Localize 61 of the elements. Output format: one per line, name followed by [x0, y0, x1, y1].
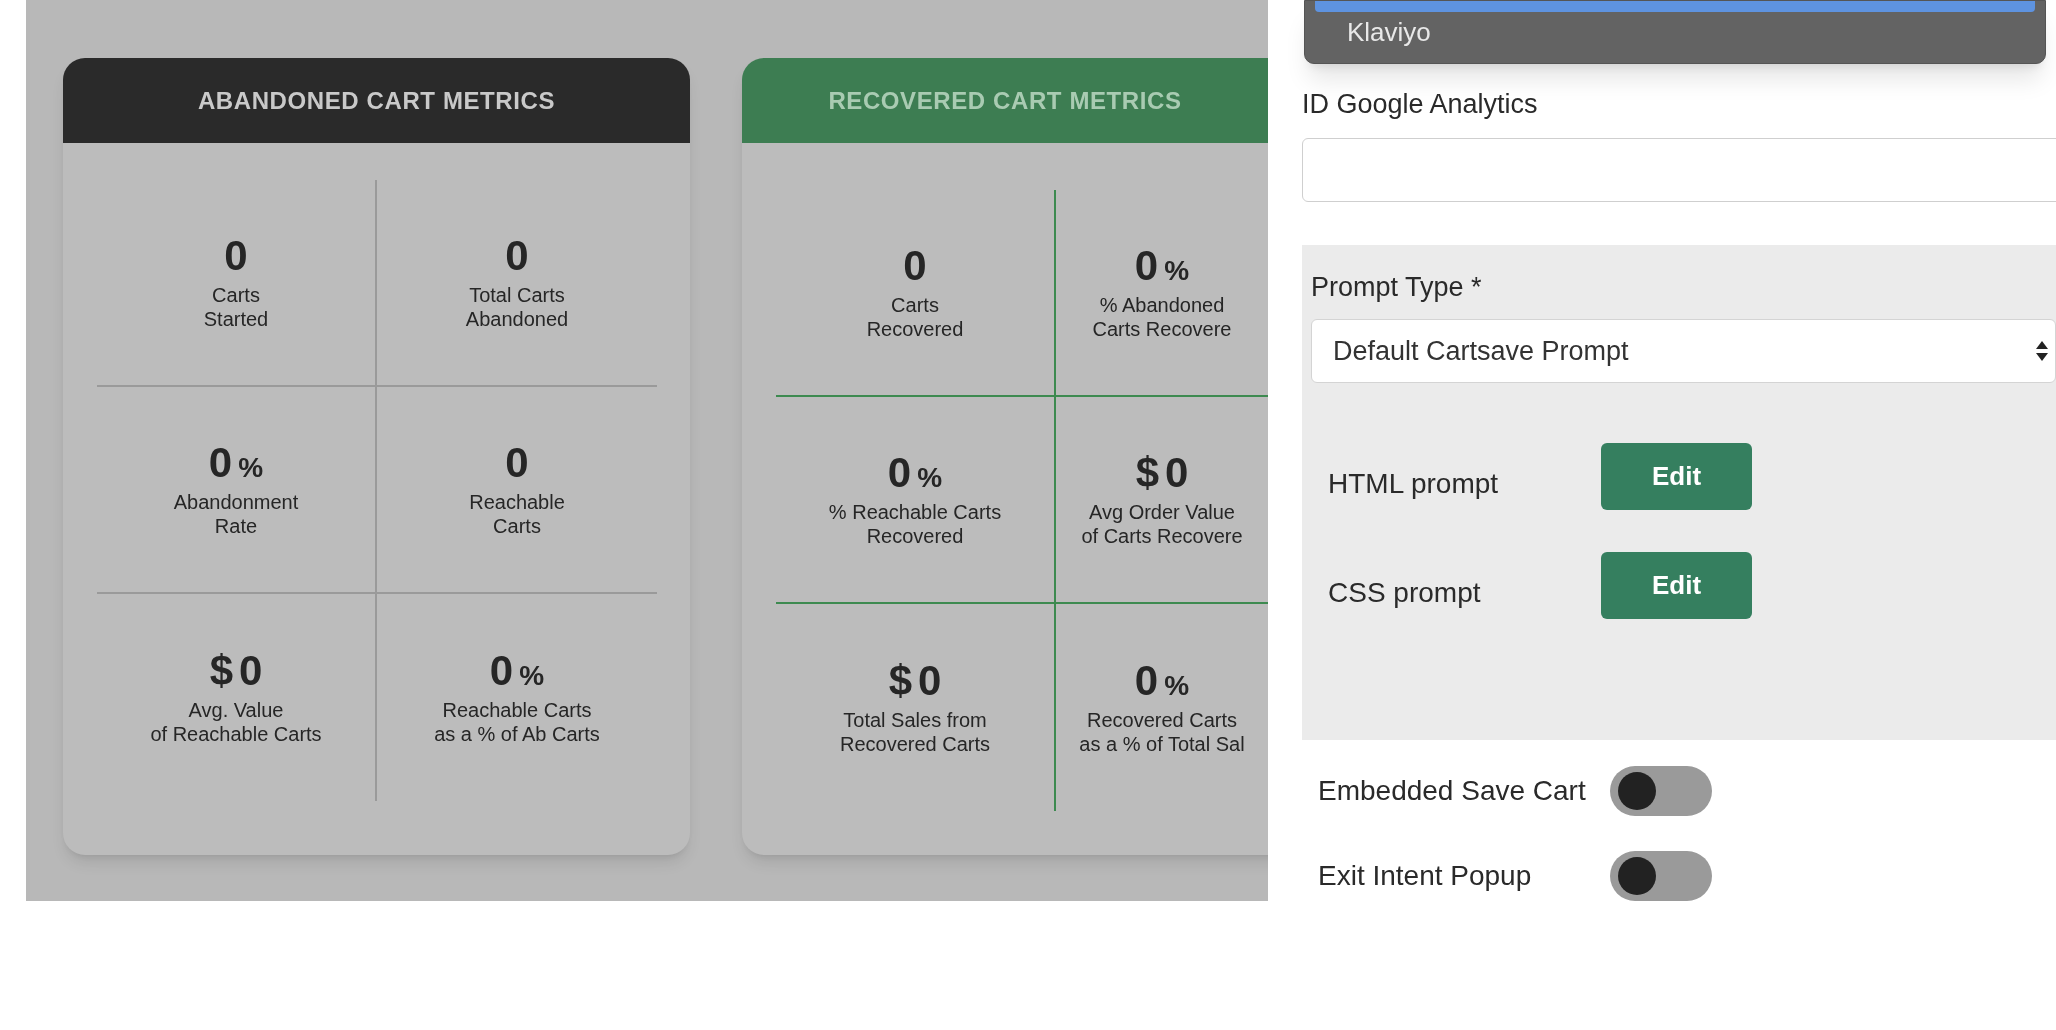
percent-sign: % [1164, 671, 1190, 700]
metric-label: Avg Order Value [1089, 499, 1235, 524]
metric-label: Carts Recovere [1092, 316, 1232, 341]
toggle-label: Exit Intent Popup [1317, 859, 1533, 893]
metric-label: Reachable Carts [442, 697, 592, 722]
toggle-switch[interactable] [1610, 766, 1712, 816]
metric-label: Recovered Carts [1086, 707, 1237, 732]
currency-symbol: $ [209, 649, 233, 692]
prompt-label: CSS prompt [1327, 575, 1482, 610]
metric-label: Carts [212, 282, 260, 307]
edit-button[interactable]: Edit [1601, 443, 1752, 510]
dropdown-option[interactable]: Klaviyo [1305, 12, 2045, 52]
currency-symbol: $ [1135, 451, 1159, 494]
currency-symbol: $ [888, 659, 912, 702]
percent-sign: % [917, 463, 943, 492]
card-title: RECOVERED CART METRICS [742, 58, 1268, 143]
metric-label: Carts [891, 292, 939, 317]
metric-value: 0 [208, 441, 233, 484]
select-value: Default Cartsave Prompt [1333, 334, 1629, 368]
prompt-label: HTML prompt [1327, 466, 1500, 501]
field-label: Prompt Type * [1311, 271, 1483, 304]
metric-label: of Carts Recovere [1081, 523, 1243, 548]
metric-value: 0 [224, 234, 248, 277]
metric-label: Total Sales from [843, 707, 987, 732]
toggle-switch[interactable] [1610, 851, 1712, 901]
metric-label: Abandoned [465, 306, 569, 331]
metric-label: Recovered [866, 523, 964, 548]
metric-value: 0 [887, 451, 912, 494]
metric-label: Total Carts [469, 282, 565, 307]
metric-value: 0 [505, 441, 529, 484]
metric-label: Abandonment [173, 489, 299, 514]
input-field[interactable] [1302, 138, 2056, 202]
metric-label: Started [203, 306, 269, 331]
sort-arrows-icon [2035, 340, 2049, 362]
metric-label: Recovered [866, 316, 964, 341]
percent-sign: % [238, 453, 264, 482]
metric-value: 0 [903, 244, 927, 287]
metric-value: 0 [1134, 659, 1159, 702]
metric-label: Carts [493, 513, 541, 538]
metric-label: % Abandoned [1099, 292, 1225, 317]
metric-label: Avg. Value [188, 697, 284, 722]
metric-label: Rate [214, 513, 258, 538]
metric-label: as a % of Total Sal [1079, 731, 1245, 756]
toggle-label: Embedded Save Cart [1317, 774, 1587, 808]
edit-button[interactable]: Edit [1601, 552, 1752, 619]
metric-value: 0 [239, 649, 263, 692]
metric-value: 0 [505, 234, 529, 277]
metric-label: Reachable [469, 489, 565, 514]
percent-sign: % [1164, 256, 1190, 285]
metric-value: 0 [1134, 244, 1159, 287]
field-label: ID Google Analytics [1302, 88, 1539, 121]
metric-label: of Reachable Carts [150, 721, 322, 746]
card-title: ABANDONED CART METRICS [63, 58, 690, 143]
percent-sign: % [519, 661, 545, 690]
metric-label: Recovered Carts [839, 731, 991, 756]
metric-label: % Reachable Carts [828, 499, 1002, 524]
metric-value: 0 [918, 659, 942, 702]
metric-label: as a % of Ab Carts [434, 721, 600, 746]
metric-value: 0 [489, 649, 514, 692]
metric-value: 0 [1165, 451, 1189, 494]
select-field[interactable]: Default Cartsave Prompt [1311, 319, 2056, 383]
